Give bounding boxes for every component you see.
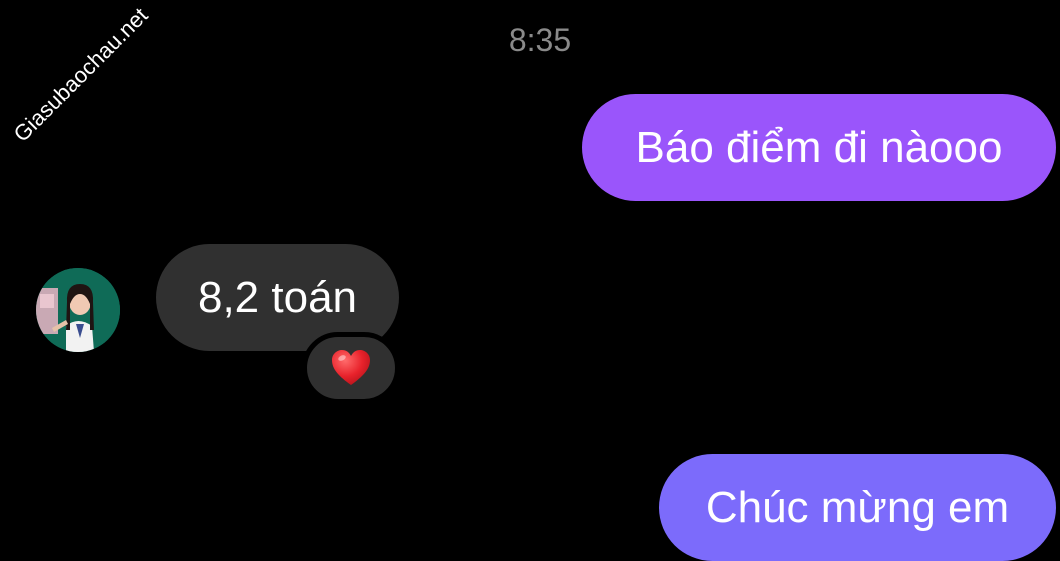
heart-icon xyxy=(332,350,370,385)
avatar-photo xyxy=(36,268,120,352)
message-text: 8,2 toán xyxy=(197,272,358,322)
outgoing-message-bubble[interactable]: Chúc mừng em xyxy=(659,454,1056,561)
message-text: Báo điểm đi nàooo xyxy=(635,122,1003,172)
message-text: Chúc mừng em xyxy=(705,482,1010,532)
message-timestamp: 8:35 xyxy=(508,22,572,58)
message-reaction[interactable] xyxy=(302,332,400,404)
outgoing-message-bubble[interactable]: Báo điểm đi nàooo xyxy=(582,94,1056,201)
contact-avatar[interactable] xyxy=(36,268,120,352)
